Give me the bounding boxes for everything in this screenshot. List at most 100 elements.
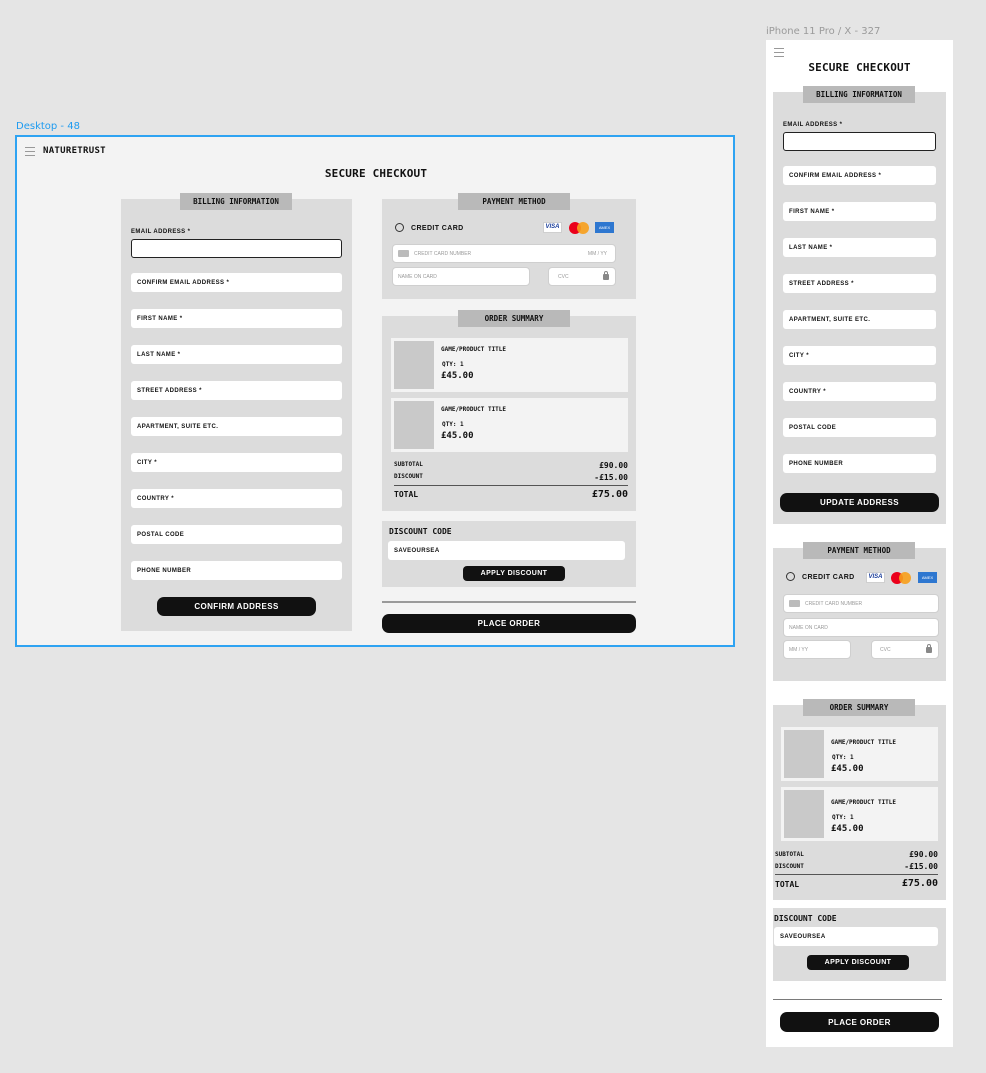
city-input[interactable]: CITY * [131, 453, 342, 472]
discount-panel: DISCOUNT CODE SAVEOURSEA APPLY DISCOUNT [773, 908, 946, 981]
credit-card-icon [789, 600, 800, 607]
confirm-address-button[interactable]: CONFIRM ADDRESS [157, 597, 316, 616]
credit-card-radio[interactable] [395, 223, 404, 232]
first-name-input[interactable]: FIRST NAME * [131, 309, 342, 328]
mobile-frame: SECURE CHECKOUT BILLING INFORMATION EMAI… [766, 40, 953, 1047]
apply-discount-button[interactable]: APPLY DISCOUNT [807, 955, 909, 970]
subtotal-value: £90.00 [909, 850, 938, 859]
brand-logo[interactable]: NATURETRUST [43, 146, 106, 156]
last-name-input[interactable]: LAST NAME * [783, 238, 936, 257]
city-input[interactable]: CITY * [783, 346, 936, 365]
mobile-frame-label: iPhone 11 Pro / X - 327 [766, 26, 881, 37]
amex-card-icon: AMEX [595, 222, 614, 233]
order-summary-tab: ORDER SUMMARY [458, 310, 570, 327]
order-summary-panel: ORDER SUMMARY GAME/PRODUCT TITLE QTY: 1 … [382, 310, 636, 511]
payment-panel: PAYMENT METHOD CREDIT CARD VISA AMEX CRE… [773, 542, 946, 681]
amex-card-icon: AMEX [918, 572, 937, 583]
order-divider [382, 601, 636, 603]
discount-code-input[interactable]: SAVEOURSEA [388, 541, 625, 560]
credit-card-radio[interactable] [786, 572, 795, 581]
hamburger-menu-icon[interactable] [25, 147, 35, 156]
billing-tab: BILLING INFORMATION [180, 193, 292, 210]
postal-code-input[interactable]: POSTAL CODE [131, 525, 342, 544]
mastercard-icon [569, 222, 589, 234]
place-order-button[interactable]: PLACE ORDER [780, 1012, 939, 1032]
phone-number-input[interactable]: PHONE NUMBER [783, 454, 936, 473]
product-qty: QTY: 1 [832, 754, 854, 761]
card-number-placeholder: CREDIT CARD NUMBER [414, 250, 472, 257]
discount-value: -£15.00 [904, 862, 938, 871]
place-order-button[interactable]: PLACE ORDER [382, 614, 636, 633]
cvc-input[interactable]: CVC [548, 267, 616, 286]
order-item: GAME/PRODUCT TITLE QTY: 1 £45.00 [391, 338, 628, 392]
email-input[interactable] [783, 132, 936, 151]
discount-label: DISCOUNT [394, 473, 423, 480]
apartment-input[interactable]: APARTMENT, SUITE ETC. [131, 417, 342, 436]
first-name-input[interactable]: FIRST NAME * [783, 202, 936, 221]
cvc-placeholder: CVC [880, 646, 891, 653]
subtotal-label: SUBTOTAL [775, 851, 804, 858]
hamburger-menu-icon[interactable] [774, 48, 784, 57]
desktop-frame-label: Desktop - 48 [16, 121, 80, 132]
apartment-input[interactable]: APARTMENT, SUITE ETC. [783, 310, 936, 329]
total-divider [775, 874, 938, 875]
card-number-input[interactable]: CREDIT CARD NUMBER [783, 594, 939, 613]
name-on-card-input[interactable]: NAME ON CARD [783, 618, 939, 637]
email-label: EMAIL ADDRESS * [783, 122, 843, 128]
page-title: SECURE CHECKOUT [324, 167, 428, 180]
billing-tab: BILLING INFORMATION [803, 86, 915, 103]
order-divider [773, 999, 942, 1000]
credit-card-icon [398, 250, 409, 257]
discount-label: DISCOUNT [775, 863, 804, 870]
apply-discount-button[interactable]: APPLY DISCOUNT [463, 566, 565, 581]
product-title: GAME/PRODUCT TITLE [441, 346, 507, 353]
discount-code-input[interactable]: SAVEOURSEA [774, 927, 938, 946]
confirm-email-input[interactable]: CONFIRM EMAIL ADDRESS * [783, 166, 936, 185]
cvc-placeholder: CVC [558, 273, 569, 280]
country-input[interactable]: COUNTRY * [783, 382, 936, 401]
last-name-input[interactable]: LAST NAME * [131, 345, 342, 364]
product-qty: QTY: 1 [442, 421, 464, 428]
product-thumbnail [784, 730, 824, 778]
phone-number-input[interactable]: PHONE NUMBER [131, 561, 342, 580]
product-thumbnail [394, 401, 434, 449]
discount-value: -£15.00 [594, 473, 628, 482]
order-summary-panel: ORDER SUMMARY GAME/PRODUCT TITLE QTY: 1 … [773, 699, 946, 900]
product-price: £45.00 [441, 371, 474, 381]
total-divider [394, 485, 628, 486]
payment-panel: PAYMENT METHOD CREDIT CARD VISA AMEX CRE… [382, 193, 636, 299]
discount-code-label: DISCOUNT CODE [389, 527, 452, 536]
street-address-input[interactable]: STREET ADDRESS * [783, 274, 936, 293]
visa-card-icon: VISA [866, 572, 885, 583]
confirm-email-input[interactable]: CONFIRM EMAIL ADDRESS * [131, 273, 342, 292]
order-item: GAME/PRODUCT TITLE QTY: 1 £45.00 [781, 787, 938, 841]
product-price: £45.00 [831, 824, 864, 834]
email-input[interactable] [131, 239, 342, 258]
street-address-input[interactable]: STREET ADDRESS * [131, 381, 342, 400]
update-address-button[interactable]: UPDATE ADDRESS [780, 493, 939, 512]
expiry-placeholder: MM / YY [587, 250, 607, 257]
product-thumbnail [394, 341, 434, 389]
cvc-input[interactable]: CVC [871, 640, 939, 659]
credit-card-label: CREDIT CARD [802, 574, 855, 581]
country-input[interactable]: COUNTRY * [131, 489, 342, 508]
subtotal-label: SUBTOTAL [394, 461, 423, 468]
product-qty: QTY: 1 [832, 814, 854, 821]
email-label: EMAIL ADDRESS * [131, 229, 191, 235]
card-number-placeholder: CREDIT CARD NUMBER [805, 600, 863, 607]
name-on-card-input[interactable]: NAME ON CARD [392, 267, 530, 286]
order-item: GAME/PRODUCT TITLE QTY: 1 £45.00 [391, 398, 628, 452]
product-price: £45.00 [831, 764, 864, 774]
billing-panel: BILLING INFORMATION EMAIL ADDRESS * CONF… [773, 86, 946, 524]
subtotal-value: £90.00 [599, 461, 628, 470]
product-title: GAME/PRODUCT TITLE [831, 799, 897, 806]
product-thumbnail [784, 790, 824, 838]
postal-code-input[interactable]: POSTAL CODE [783, 418, 936, 437]
total-value: £75.00 [901, 878, 938, 889]
card-number-input[interactable]: CREDIT CARD NUMBER MM / YY [392, 244, 616, 263]
total-label: TOTAL [775, 880, 800, 889]
order-summary-tab: ORDER SUMMARY [803, 699, 915, 716]
payment-tab: PAYMENT METHOD [458, 193, 570, 210]
desktop-frame: NATURETRUST SECURE CHECKOUT BILLING INFO… [15, 135, 735, 647]
expiry-input[interactable]: MM / YY [783, 640, 851, 659]
